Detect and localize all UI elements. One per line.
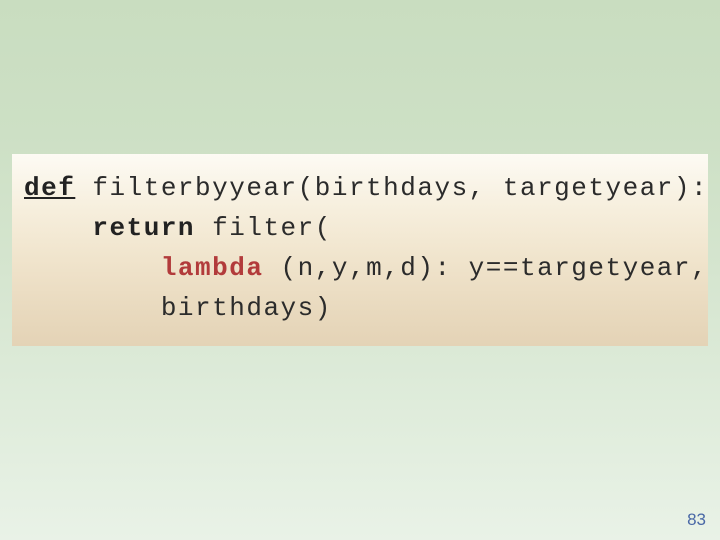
code-box: def filterbyyear(birthdays, targetyear):… (12, 154, 708, 346)
indent (24, 293, 161, 323)
code-line-4: birthdays) (24, 288, 696, 328)
code-line-2: return filter( (24, 208, 696, 248)
indent (24, 253, 161, 283)
slide: def filterbyyear(birthdays, targetyear):… (0, 0, 720, 540)
page-number: 83 (687, 510, 706, 530)
keyword-lambda: lambda (161, 253, 264, 283)
indent (24, 213, 92, 243)
code-text: filter( (195, 213, 332, 243)
code-text: filterbyyear(birthdays, targetyear): (75, 173, 708, 203)
keyword-def: def (24, 173, 75, 203)
code-text: birthdays) (161, 293, 332, 323)
keyword-return: return (92, 213, 195, 243)
code-line-1: def filterbyyear(birthdays, targetyear): (24, 168, 696, 208)
code-line-3: lambda (n,y,m,d): y==targetyear, (24, 248, 696, 288)
code-text: (n,y,m,d): y==targetyear, (263, 253, 708, 283)
